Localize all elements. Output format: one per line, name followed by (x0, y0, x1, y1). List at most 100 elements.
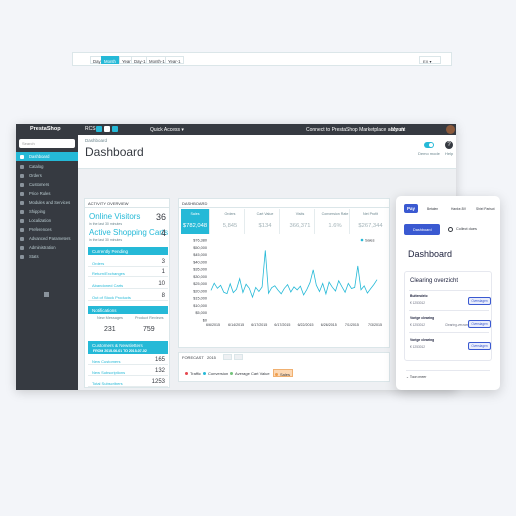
clearing-title: Clearing overzicht (410, 278, 459, 284)
shipping-icon (20, 209, 24, 214)
legend-traffic[interactable]: Traffic (184, 369, 203, 377)
sidebar-item-stats[interactable]: Stats (16, 252, 78, 261)
new-messages-value: 231 (104, 326, 116, 333)
product-reviews-value: 759 (143, 326, 155, 333)
view-shop-link[interactable]: My sh (391, 127, 404, 133)
forecast-next-button[interactable] (234, 354, 243, 360)
quick-access-shop-label: RCS (85, 126, 96, 132)
range-month-button[interactable]: Month (101, 56, 119, 64)
clearing-row-button[interactable]: Overslagen (468, 320, 491, 328)
prestashop-logo[interactable]: PrestaShop (30, 126, 61, 132)
orders-notification-icon[interactable] (96, 126, 102, 132)
help-label: Help (445, 151, 454, 156)
activity-title: ACTIVITY OVERVIEW (85, 199, 169, 208)
catalog-icon (20, 164, 24, 169)
sidebar-item-preferences[interactable]: Preferences (16, 225, 78, 234)
traffic-dot-icon (185, 371, 188, 375)
export-select[interactable]: EX ▾ (419, 56, 441, 64)
clock-icon (448, 227, 453, 232)
pay-logo[interactable]: Pay (404, 204, 418, 213)
pending-row[interactable]: Out of Stock Products 8 (88, 292, 168, 301)
x-tick-label: 6/6/2015 (206, 323, 220, 327)
sidebar: Search Dashboard Catalog Orders Customer… (16, 135, 78, 390)
y-tick-label: $10,000 (193, 304, 207, 308)
avatar[interactable] (446, 125, 455, 134)
show-more-link[interactable]: ⌄ Toon meer (406, 370, 490, 379)
customers-notification-icon[interactable] (104, 126, 110, 132)
kpi-sales[interactable]: Sales $782,048 (181, 209, 210, 234)
sidebar-item-advanced[interactable]: Advanced Parameters (16, 234, 78, 243)
clearing-row-label: Vorige clearing (410, 338, 435, 342)
messages-notification-icon[interactable] (112, 126, 118, 132)
sidebar-search-input[interactable]: Search (19, 139, 75, 148)
sidebar-item-customers[interactable]: Customers (16, 180, 78, 189)
date-range-bar: Day Month Year Day-1 Month-1 Year-1 EX ▾ (72, 52, 452, 66)
kpi-orders[interactable]: Orders 5,845 (216, 209, 245, 234)
legend-sales-label: Sales (365, 238, 375, 242)
online-visitors-label[interactable]: Online Visitors (89, 212, 140, 221)
sidebar-item-catalog[interactable]: Catalog (16, 162, 78, 171)
clearing-overview-card: Clearing overzicht Buitendelo € 1253012 … (404, 271, 492, 361)
advanced-icon (20, 236, 24, 241)
sidebar-item-dashboard[interactable]: Dashboard (16, 152, 78, 161)
legend-sales[interactable]: Sales (273, 369, 294, 377)
x-tick-label: 7/1/2015 (345, 323, 359, 327)
clearing-row-button[interactable]: Overslagen (468, 297, 491, 305)
y-tick-label: $45,000 (193, 253, 207, 257)
breadcrumb[interactable]: Dashboard (85, 138, 107, 143)
active-carts-label[interactable]: Active Shopping Carts (89, 228, 168, 237)
legend-average-cart-value[interactable]: Average Cart Value (229, 369, 272, 377)
kpi-net-profit[interactable]: Net Profit $267,344 (356, 209, 385, 234)
collapse-menu-icon[interactable] (44, 292, 49, 297)
pay-nav-item[interactable]: Shiel Parisot (476, 207, 495, 211)
pay-nav-item[interactable]: Hanke-BV (451, 207, 466, 211)
online-visitors-value: 36 (155, 212, 166, 222)
online-visitors-sub: in the last 30 minutes (89, 222, 123, 226)
pay-tab-dashboard[interactable]: Dashboard (404, 224, 440, 235)
orders-icon (20, 173, 24, 178)
pay-heading: Dashboard (408, 249, 453, 259)
modules-icon (20, 200, 24, 205)
clearing-row-button[interactable]: Overslagen (468, 342, 491, 350)
x-tick-label: 6/17/2015 (251, 323, 267, 327)
customer-row[interactable]: New Subscriptions 132 (88, 367, 168, 376)
sidebar-item-administration[interactable]: Administration (16, 243, 78, 252)
stats-icon (20, 254, 24, 259)
clearing-row-amount: € 1253012 (410, 301, 426, 305)
administration-icon (20, 245, 24, 250)
pending-row[interactable]: Orders 3 (88, 258, 168, 267)
sidebar-item-localization[interactable]: Localization (16, 216, 78, 225)
pending-row[interactable]: Abandoned Carts 10 (88, 280, 168, 289)
localization-icon (20, 218, 24, 223)
pay-nav-item[interactable]: Betalen (427, 207, 438, 211)
forecast-prev-button[interactable] (223, 354, 232, 360)
sales-series-line (210, 250, 378, 299)
page-header: Dashboard Dashboard Demo mode ? Help (78, 135, 456, 169)
customer-row[interactable]: Total Subscribers 1253 (88, 378, 168, 387)
notifications-header[interactable]: Notifications (88, 306, 168, 314)
kpi-cart-value[interactable]: Cart Value $134 (251, 209, 280, 234)
sidebar-item-price-rules[interactable]: Price Rules (16, 189, 78, 198)
clearing-row-label: Buitendelo (410, 294, 428, 298)
legend-conversion[interactable]: Conversion (202, 369, 230, 377)
sidebar-item-modules[interactable]: Modules and Services (16, 198, 78, 207)
pay-tab-collect-dues[interactable]: Collect dues (456, 227, 477, 231)
customer-row[interactable]: New Customers 165 (88, 356, 168, 365)
demo-mode-toggle[interactable] (424, 142, 434, 148)
kpi-visits[interactable]: Visits 366,371 (286, 209, 315, 234)
range-year-1-button[interactable]: Year-1 (165, 56, 184, 64)
forecast-year: 2015 (207, 355, 216, 360)
help-icon[interactable]: ? (445, 141, 453, 149)
y-tick-label: $20,000 (193, 289, 207, 293)
pending-row[interactable]: Return/Exchanges 1 (88, 268, 168, 277)
sidebar-item-shipping[interactable]: Shipping (16, 207, 78, 216)
currently-pending-header[interactable]: Currently Pending (88, 247, 168, 255)
legend-sales-dot-icon (360, 238, 364, 242)
quick-access-dropdown[interactable]: Quick Access ▾ (150, 127, 184, 133)
active-carts-sub: in the last 30 minutes (89, 238, 123, 242)
sidebar-item-orders[interactable]: Orders (16, 171, 78, 180)
new-messages-label: New Messages (97, 316, 123, 320)
top-bar: PrestaShop RCS Quick Access ▾ Connect to… (16, 124, 456, 135)
x-tick-label: 6/14/2015 (228, 323, 244, 327)
kpi-conversion-rate[interactable]: Conversion Rate 1.6% (321, 209, 350, 234)
